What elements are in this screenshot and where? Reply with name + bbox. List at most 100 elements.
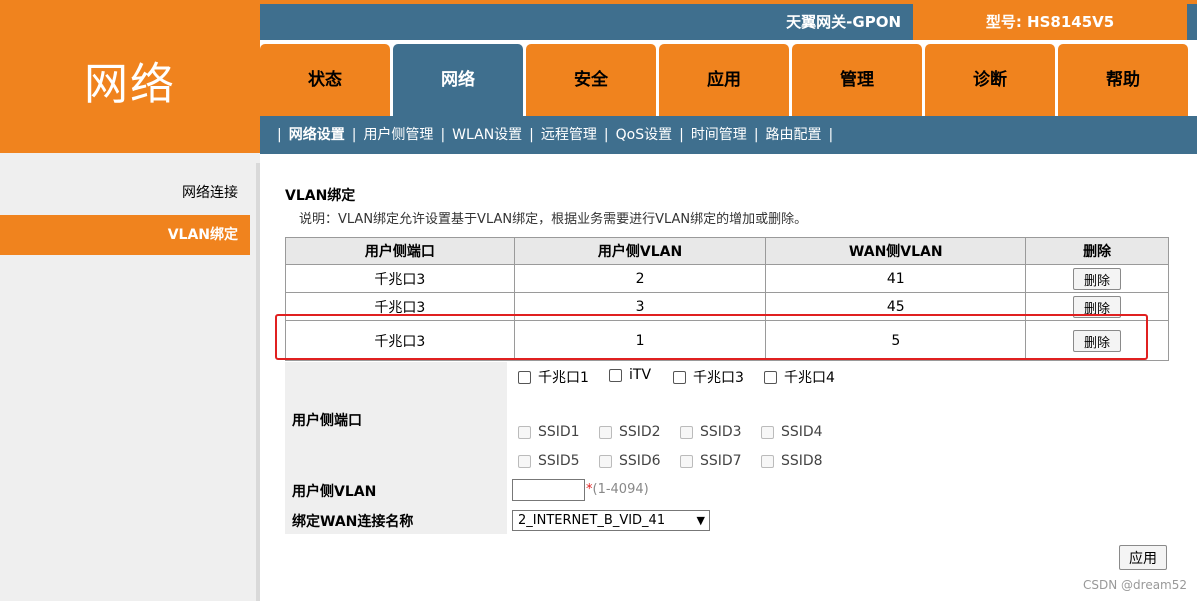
- section-title-banner: 网络: [0, 0, 260, 153]
- tab-network[interactable]: 网络: [393, 44, 523, 116]
- subnav-separator: |: [753, 127, 759, 143]
- subnav-qos-settings[interactable]: QoS设置: [616, 127, 672, 143]
- cell-wan-vlan: 5: [765, 320, 1027, 361]
- checkbox-label: SSID4: [781, 424, 823, 440]
- checkbox-gigabit-port-3[interactable]: 千兆口3: [673, 367, 744, 387]
- table-row: 千兆口3 1 5 删除: [285, 320, 1169, 361]
- page-title: VLAN绑定: [285, 188, 356, 204]
- delete-button[interactable]: 删除: [1073, 267, 1122, 290]
- checkbox-label: iTV: [629, 367, 652, 383]
- tab-help[interactable]: 帮助: [1058, 44, 1188, 116]
- cell-delete: 删除: [1025, 264, 1169, 293]
- checkbox-box: [518, 454, 531, 468]
- checkbox-label: SSID6: [619, 453, 661, 469]
- wan-connection-selected: 2_INTERNET_B_VID_41: [518, 513, 666, 528]
- user-port-label: 用户侧端口: [292, 413, 362, 429]
- col-header-user-vlan: 用户侧VLAN: [513, 237, 767, 265]
- tab-application[interactable]: 应用: [659, 44, 789, 116]
- watermark: CSDN @dream52: [1083, 578, 1188, 592]
- checkbox-box: [599, 425, 612, 439]
- checkbox-box[interactable]: [673, 370, 686, 384]
- model-label: 型号: HS8145V5: [913, 4, 1187, 40]
- checkbox-box: [680, 454, 693, 468]
- checkbox-ssid8: SSID8: [761, 453, 823, 469]
- checkbox-ssid4: SSID4: [761, 424, 823, 440]
- checkbox-gigabit-port-4[interactable]: 千兆口4: [764, 367, 835, 387]
- checkbox-label: 千兆口1: [538, 370, 589, 386]
- sidebar-item-vlan-binding[interactable]: VLAN绑定: [0, 215, 250, 255]
- sidebar-divider: [256, 163, 260, 601]
- section-title: 网络: [84, 59, 176, 110]
- checkbox-itv[interactable]: iTV: [609, 367, 651, 383]
- checkbox-box: [761, 425, 774, 439]
- col-header-wan-vlan: WAN侧VLAN: [765, 237, 1027, 265]
- checkbox-gigabit-port-1[interactable]: 千兆口1: [518, 367, 589, 387]
- checkbox-label: SSID5: [538, 453, 580, 469]
- chevron-down-icon: ▼: [696, 514, 705, 527]
- cell-wan-vlan: 41: [765, 264, 1027, 293]
- cell-user-port: 千兆口3: [285, 320, 515, 361]
- subnav-remote-management[interactable]: 远程管理: [541, 127, 597, 143]
- user-vlan-label: 用户侧VLAN: [292, 484, 377, 500]
- vlan-range-text: (1-4094): [592, 482, 649, 497]
- col-header-delete: 删除: [1025, 237, 1169, 265]
- checkbox-box[interactable]: [764, 370, 777, 384]
- col-header-user-port: 用户侧端口: [285, 237, 515, 265]
- wan-connection-select[interactable]: 2_INTERNET_B_VID_41 ▼: [512, 510, 710, 531]
- gateway-name: 天翼网关-GPON: [786, 13, 901, 31]
- checkbox-label: SSID7: [700, 453, 742, 469]
- subnav-separator: |: [277, 127, 282, 143]
- user-vlan-input[interactable]: [512, 479, 585, 501]
- checkbox-ssid2: SSID2: [599, 424, 661, 440]
- checkbox-box[interactable]: [609, 368, 622, 382]
- checkbox-box: [761, 454, 774, 468]
- subnav-time-management[interactable]: 时间管理: [691, 127, 747, 143]
- apply-button[interactable]: 应用: [1119, 545, 1167, 570]
- subnav-wlan-settings[interactable]: WLAN设置: [452, 127, 522, 143]
- subnav-user-side-management[interactable]: 用户侧管理: [363, 127, 433, 143]
- sidebar-item-network-connection[interactable]: 网络连接: [0, 173, 250, 213]
- sidebar: 网络连接 VLAN绑定: [0, 153, 260, 601]
- tab-status[interactable]: 状态: [260, 44, 390, 116]
- subnav-separator: |: [351, 127, 357, 143]
- sub-navigation: | 网络设置 | 用户侧管理 | WLAN设置 | 远程管理 | QoS设置 | 时间管理 | 路由配置 |: [260, 116, 1197, 154]
- checkbox-box[interactable]: [518, 370, 531, 384]
- checkbox-label: SSID2: [619, 424, 661, 440]
- checkbox-ssid3: SSID3: [680, 424, 742, 440]
- vlan-range-hint: *(1-4094): [586, 482, 649, 497]
- subnav-route-config[interactable]: 路由配置: [766, 127, 822, 143]
- tab-security[interactable]: 安全: [526, 44, 656, 116]
- cell-wan-vlan: 45: [765, 292, 1027, 321]
- subnav-separator: |: [529, 127, 534, 143]
- checkbox-label: 千兆口4: [784, 370, 835, 386]
- checkbox-box: [518, 425, 531, 439]
- cell-user-port: 千兆口3: [285, 292, 515, 321]
- cell-user-port: 千兆口3: [285, 264, 515, 293]
- vlan-binding-table: 用户侧端口 用户侧VLAN WAN侧VLAN 删除 千兆口3 2 41 删除 千…: [285, 237, 1169, 361]
- wan-connection-label: 绑定WAN连接名称: [292, 514, 414, 530]
- checkbox-label: SSID3: [700, 424, 742, 440]
- checkbox-ssid1: SSID1: [518, 424, 580, 440]
- subnav-separator: |: [603, 127, 609, 143]
- page-description: 说明：VLAN绑定允许设置基于VLAN绑定，根据业务需要进行VLAN绑定的增加或…: [299, 212, 808, 227]
- subnav-separator: |: [679, 127, 684, 143]
- cell-user-vlan: 1: [513, 320, 767, 361]
- checkbox-ssid7: SSID7: [680, 453, 742, 469]
- cell-user-vlan: 3: [513, 292, 767, 321]
- checkbox-ssid5: SSID5: [518, 453, 580, 469]
- delete-button[interactable]: 删除: [1073, 295, 1122, 318]
- checkbox-label: SSID1: [538, 424, 580, 440]
- delete-button[interactable]: 删除: [1073, 329, 1122, 352]
- subnav-network-settings[interactable]: 网络设置: [289, 127, 345, 143]
- table-header-row: 用户侧端口 用户侧VLAN WAN侧VLAN 删除: [285, 237, 1169, 265]
- subnav-separator: |: [828, 127, 834, 143]
- cell-delete: 删除: [1025, 292, 1169, 321]
- table-row: 千兆口3 3 45 删除: [285, 292, 1169, 321]
- subnav-separator: |: [440, 127, 446, 143]
- tab-management[interactable]: 管理: [792, 44, 922, 116]
- table-row: 千兆口3 2 41 删除: [285, 264, 1169, 293]
- checkbox-label: 千兆口3: [693, 370, 744, 386]
- checkbox-ssid6: SSID6: [599, 453, 661, 469]
- checkbox-label: SSID8: [781, 453, 823, 469]
- tab-diagnostics[interactable]: 诊断: [925, 44, 1055, 116]
